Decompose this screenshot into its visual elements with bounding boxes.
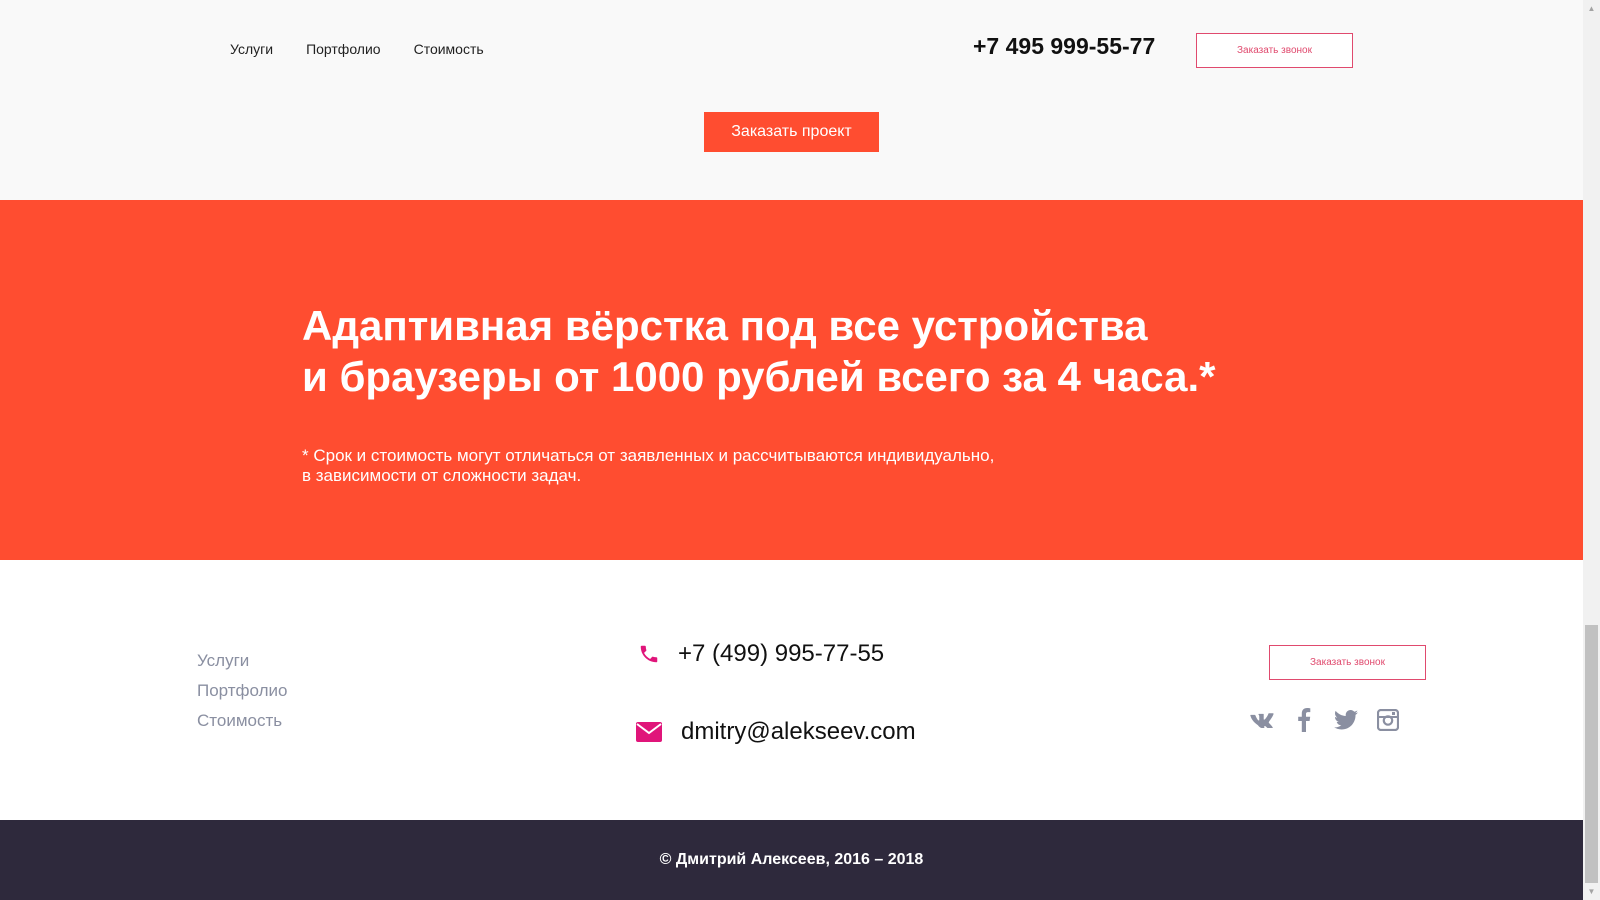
promo-title-line-1: Адаптивная вёрстка под все устройства [302, 302, 1148, 349]
nav-link-pricing[interactable]: Стоимость [414, 41, 484, 57]
footer-link-pricing[interactable]: Стоимость [197, 710, 287, 731]
footer-link-services[interactable]: Услуги [197, 650, 287, 671]
phone-icon [636, 642, 662, 666]
nav-link-services[interactable]: Услуги [230, 41, 273, 57]
header-section: Услуги Портфолио Стоимость +7 495 999-55… [0, 0, 1583, 200]
footer-email-row[interactable]: dmitry@alekseev.com [636, 718, 916, 746]
scrollbar-thumb[interactable] [1585, 625, 1598, 883]
promo-note-line-1: * Срок и стоимость могут отличаться от з… [302, 446, 995, 465]
footer-bar: © Дмитрий Алексеев, 2016 – 2018 [0, 820, 1583, 900]
footer-link-portfolio[interactable]: Портфолио [197, 680, 287, 701]
footer-contacts: Услуги Портфолио Стоимость +7 (499) 995-… [0, 560, 1583, 820]
scrollbar[interactable]: ▲ ▼ [1583, 0, 1600, 900]
header-nav: Услуги Портфолио Стоимость [230, 41, 484, 57]
nav-link-portfolio[interactable]: Портфолио [306, 41, 381, 57]
promo-title-line-2: и браузеры от 1000 рублей всего за 4 час… [302, 353, 1216, 400]
twitter-icon[interactable] [1334, 708, 1358, 732]
footer-callback-button[interactable]: Заказать звонок [1269, 645, 1426, 680]
footer-email[interactable]: dmitry@alekseev.com [681, 718, 916, 746]
footer-nav: Услуги Портфолио Стоимость [197, 650, 287, 731]
scroll-up-arrow-icon[interactable]: ▲ [1583, 0, 1600, 17]
promo-title: Адаптивная вёрстка под все устройства и … [302, 300, 1342, 402]
promo-banner: Адаптивная вёрстка под все устройства и … [0, 200, 1583, 560]
order-project-button[interactable]: Заказать проект [704, 112, 879, 152]
scroll-down-arrow-icon[interactable]: ▼ [1583, 883, 1600, 900]
vk-icon[interactable] [1250, 708, 1274, 732]
copyright: © Дмитрий Алексеев, 2016 – 2018 [659, 851, 924, 868]
facebook-icon[interactable] [1292, 708, 1316, 732]
header-phone[interactable]: +7 495 999-55-77 [973, 33, 1155, 60]
footer-phone[interactable]: +7 (499) 995-77-55 [678, 640, 884, 668]
footer-phone-row[interactable]: +7 (499) 995-77-55 [636, 640, 884, 668]
promo-note: * Срок и стоимость могут отличаться от з… [302, 446, 1082, 486]
promo-note-line-2: в зависимости от сложности задач. [302, 466, 582, 485]
envelope-icon [636, 720, 662, 744]
social-links [1250, 708, 1400, 732]
header-callback-button[interactable]: Заказать звонок [1196, 33, 1353, 68]
instagram-icon[interactable] [1376, 708, 1400, 732]
